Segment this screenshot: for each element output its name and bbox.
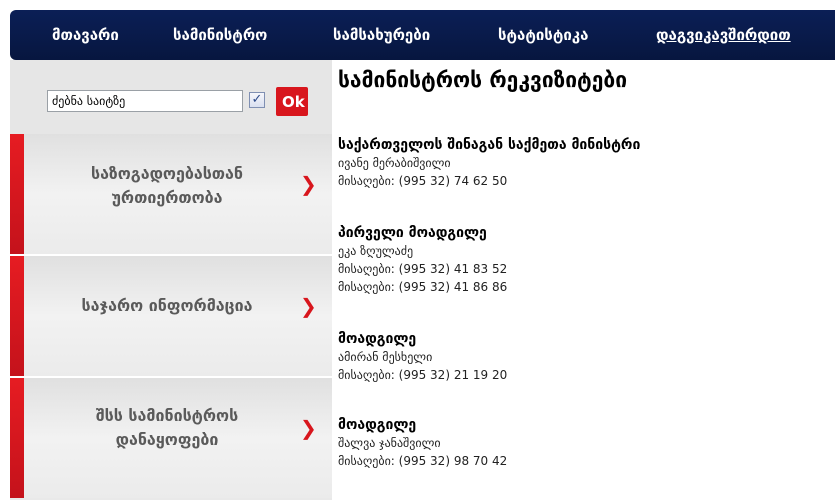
entry-name: ივანე მერაბიშვილი: [338, 156, 451, 170]
entry-phone: მისაღები: (995 32) 98 70 42: [338, 454, 508, 468]
search-checkbox[interactable]: ✓: [249, 92, 265, 108]
checkmark-icon: ✓: [251, 92, 263, 107]
main-nav: მთავარი სამინისტრო სამსახურები სტატისტიკ…: [10, 10, 835, 60]
sidebar-item-public-information[interactable]: საჯარო ინფორმაცია ❯: [10, 256, 332, 376]
entry-phone: მისაღები: (995 32) 74 62 50: [338, 174, 508, 188]
contact-entry: პირველი მოადგილე ეკა ზღულაძე მისაღები: (…: [338, 224, 818, 296]
entry-phone: მისაღები: (995 32) 21 19 20: [338, 368, 508, 382]
contact-entry: მოადგილე შალვა ჯანაშვილი მისაღები: (995 …: [338, 416, 818, 470]
contact-entry: საქართველოს შინაგან საქმეთა მინისტრი ივა…: [338, 136, 818, 190]
search-input[interactable]: [47, 90, 243, 112]
search-ok-button[interactable]: Ok: [276, 87, 308, 116]
entry-phone: მისაღები: (995 32) 41 83 52: [338, 262, 508, 276]
sidebar-item-label: საზოგადოებასთან ურთიერთობა: [90, 164, 244, 207]
entry-name: ამირან მესხელი: [338, 350, 433, 364]
contact-entry: მოადგილე ამირან მესხელი მისაღები: (995 3…: [338, 330, 818, 384]
red-accent-bar: [10, 378, 24, 498]
sidebar-item-label: საჯარო ინფორმაცია: [81, 296, 253, 315]
chevron-right-icon: ❯: [300, 416, 317, 440]
top-strip: [0, 0, 835, 10]
sidebar: ✓ Ok საზოგადოებასთან ურთიერთობა ❯ საჯარო…: [10, 60, 332, 500]
entry-role: პირველი მოადგილე: [338, 225, 487, 241]
red-accent-bar: [10, 134, 24, 254]
sidebar-item-ministry-units[interactable]: შსს სამინისტროს დანაყოფები ❯: [10, 378, 332, 498]
entry-name: შალვა ჯანაშვილი: [338, 436, 441, 450]
nav-item-contact[interactable]: დაგვიკავშირდით: [656, 24, 791, 46]
entry-role: მოადგილე: [338, 417, 417, 433]
nav-item-services[interactable]: სამსახურები: [333, 24, 430, 46]
entry-role: საქართველოს შინაგან საქმეთა მინისტრი: [338, 137, 641, 153]
entry-name: ეკა ზღულაძე: [338, 244, 414, 258]
chevron-right-icon: ❯: [300, 172, 317, 196]
page-title: სამინისტროს რეკვიზიტები: [338, 68, 628, 92]
chevron-right-icon: ❯: [300, 294, 317, 318]
main-content: სამინისტროს რეკვიზიტები საქართველოს შინა…: [332, 60, 835, 500]
red-accent-bar: [10, 256, 24, 376]
entry-role: მოადგილე: [338, 331, 417, 347]
sidebar-item-public-relations[interactable]: საზოგადოებასთან ურთიერთობა ❯: [10, 134, 332, 254]
sidebar-item-label: შსს სამინისტროს დანაყოფები: [95, 406, 239, 449]
nav-item-ministry[interactable]: სამინისტრო: [173, 24, 267, 46]
nav-item-statistics[interactable]: სტატისტიკა: [498, 24, 588, 46]
entry-phone: მისაღები: (995 32) 41 86 86: [338, 280, 508, 294]
nav-item-home[interactable]: მთავარი: [52, 24, 119, 46]
search-box: ✓ Ok: [10, 60, 332, 134]
